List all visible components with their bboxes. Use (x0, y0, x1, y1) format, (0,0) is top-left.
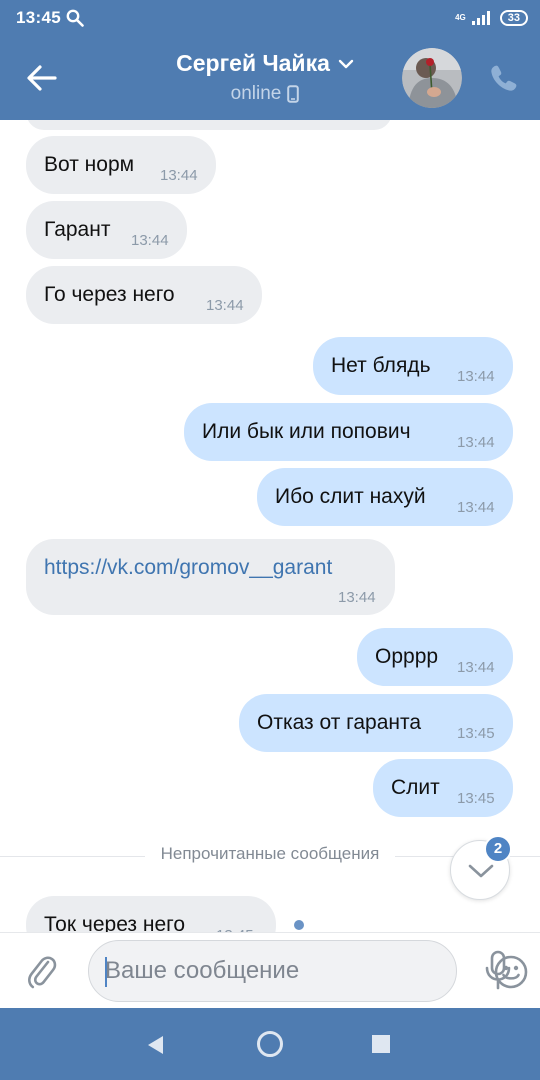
message-time: 13:44 (457, 368, 495, 385)
message-time: 13:45 (457, 790, 495, 807)
signal-icon (471, 11, 490, 25)
search-icon (66, 9, 84, 27)
message-bubble[interactable]: Ток через него 13:45 (26, 896, 276, 932)
chat-screen: 13:45 4G 33 Сергей Чайка online Вот норм… (0, 0, 540, 1080)
message-text: Гарант (44, 218, 111, 241)
message-text: Нет блядь (331, 354, 431, 377)
message-input-box[interactable] (88, 940, 528, 1002)
chevron-down-icon (468, 864, 494, 878)
text-caret (105, 957, 107, 987)
message-text: Ибо слит нахуй (275, 485, 426, 508)
chat-header: Сергей Чайка online (0, 36, 540, 120)
message-text: Или бык или попович (202, 420, 411, 443)
unread-dot (294, 920, 304, 930)
message-bubble[interactable]: Вот норм 13:44 (26, 136, 216, 194)
message-bubble[interactable]: Отказ от гаранта 13:45 (239, 694, 513, 752)
nav-home-icon[interactable] (256, 1030, 284, 1058)
nav-back-icon[interactable] (146, 1035, 166, 1055)
message-text: Слит (391, 776, 440, 799)
microphone-icon[interactable] (482, 949, 514, 991)
message-time: 13:44 (338, 589, 376, 606)
unread-count-badge: 2 (484, 835, 512, 863)
contact-avatar[interactable] (402, 48, 462, 108)
contact-title[interactable]: Сергей Чайка online (120, 50, 410, 105)
message-time: 13:44 (457, 499, 495, 516)
phone-icon[interactable] (488, 62, 520, 94)
message-time: 13:44 (206, 297, 244, 314)
paperclip-icon[interactable] (26, 953, 58, 991)
message-text: Го через него (44, 283, 175, 306)
mobile-phone-icon (287, 85, 300, 103)
system-navigation-bar (0, 1008, 540, 1080)
message-bubble-link[interactable]: https://vk.com/gromov__garant 13:44 (26, 539, 395, 615)
contact-status: online (231, 83, 300, 105)
status-time: 13:45 (16, 8, 61, 27)
message-list[interactable]: Вот норм 13:44 Гарант 13:44 Го через нег… (0, 120, 540, 932)
message-time: 13:44 (160, 167, 198, 184)
contact-name: Сергей Чайка (176, 50, 330, 76)
message-bubble[interactable]: Го через него 13:44 (26, 266, 262, 324)
message-text: Орррр (375, 645, 439, 668)
message-bubble[interactable]: Орррр 13:44 (357, 628, 513, 686)
contact-status-text: online (230, 83, 282, 104)
message-time: 13:44 (457, 659, 495, 676)
network-type: 4G (455, 13, 466, 22)
message-bubble[interactable]: Ибо слит нахуй 13:44 (257, 468, 513, 526)
message-link[interactable]: https://vk.com/gromov__garant (44, 555, 332, 581)
message-bubble[interactable]: Или бык или попович 13:44 (184, 403, 513, 461)
message-input[interactable] (105, 941, 395, 1001)
message-bubble[interactable]: Нет блядь 13:44 (313, 337, 513, 395)
message-text: Отказ от гаранта (257, 711, 422, 734)
message-time: 13:45 (216, 923, 254, 932)
message-bubble-partial[interactable] (26, 120, 392, 130)
message-time: 13:44 (457, 434, 495, 451)
message-text: Ток через него (44, 913, 186, 932)
nav-recent-apps-icon[interactable] (372, 1035, 390, 1053)
unread-label-text: Непрочитанные сообщения (144, 844, 396, 863)
message-time: 13:44 (131, 232, 169, 249)
message-bubble[interactable]: Гарант 13:44 (26, 201, 187, 259)
chevron-down-icon (338, 59, 354, 68)
message-text: Вот норм (44, 153, 135, 176)
battery-level: 33 (499, 10, 528, 26)
status-bar: 13:45 4G 33 (0, 0, 540, 36)
message-bubble[interactable]: Слит 13:45 (373, 759, 513, 817)
composer-bar (0, 932, 540, 1008)
message-time: 13:45 (457, 725, 495, 742)
contact-name-row[interactable]: Сергей Чайка (176, 50, 354, 77)
status-indicators: 4G 33 (455, 8, 528, 28)
back-arrow-icon[interactable] (24, 60, 60, 96)
